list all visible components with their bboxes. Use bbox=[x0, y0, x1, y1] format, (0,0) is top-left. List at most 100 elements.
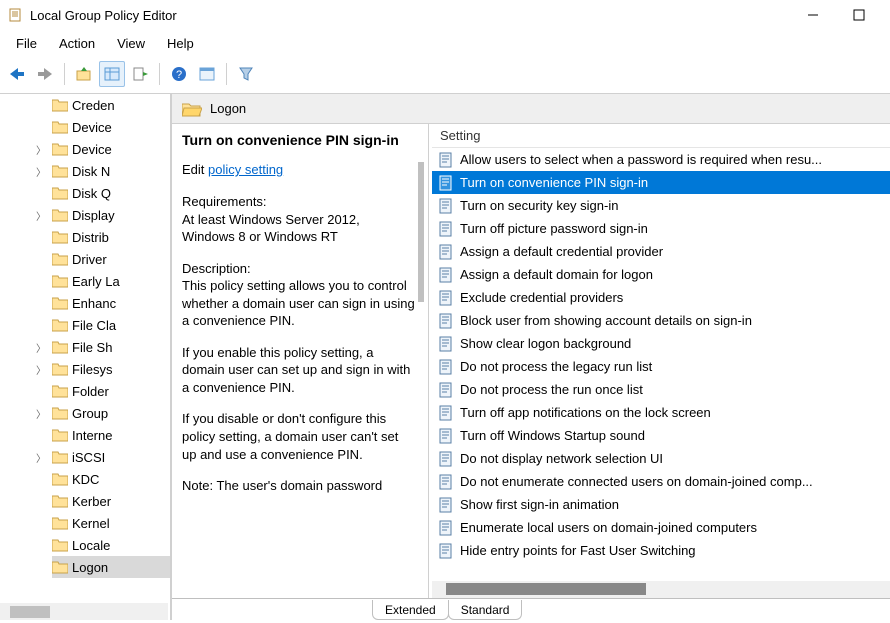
tree-item[interactable]: Folder bbox=[52, 380, 170, 402]
svg-text:?: ? bbox=[176, 69, 182, 81]
policy-item-icon bbox=[438, 428, 454, 444]
tree-item[interactable]: Device bbox=[52, 116, 170, 138]
tree-item[interactable]: 〉iSCSI bbox=[52, 446, 170, 468]
policy-list-item[interactable]: Turn off picture password sign-in bbox=[432, 217, 890, 240]
policy-item-label: Turn on security key sign-in bbox=[460, 198, 618, 213]
selected-setting-title: Turn on convenience PIN sign-in bbox=[182, 132, 416, 148]
policy-list-item[interactable]: Show first sign-in animation bbox=[432, 493, 890, 516]
policy-item-icon bbox=[438, 359, 454, 375]
tree-pane[interactable]: CredenDevice〉Device〉Disk NDisk Q〉Display… bbox=[0, 94, 172, 620]
policy-list-item[interactable]: Show clear logon background bbox=[432, 332, 890, 355]
menu-help[interactable]: Help bbox=[157, 34, 204, 53]
tree-item[interactable]: 〉Device bbox=[52, 138, 170, 160]
policy-list-item[interactable]: Block user from showing account details … bbox=[432, 309, 890, 332]
policy-list-item[interactable]: Exclude credential providers bbox=[432, 286, 890, 309]
tree-item[interactable]: Logon bbox=[52, 556, 170, 578]
tree-item[interactable]: Creden bbox=[52, 94, 170, 116]
folder-icon bbox=[52, 450, 68, 464]
maximize-button[interactable] bbox=[836, 0, 882, 30]
tree-item[interactable]: 〉Display bbox=[52, 204, 170, 226]
edit-policy-link[interactable]: policy setting bbox=[208, 162, 283, 177]
policy-item-icon bbox=[438, 336, 454, 352]
tree-horizontal-scrollbar[interactable] bbox=[0, 603, 168, 620]
tree-item[interactable]: 〉Filesys bbox=[52, 358, 170, 380]
details-header: Logon bbox=[172, 94, 890, 124]
minimize-button[interactable] bbox=[790, 0, 836, 30]
tree-item[interactable]: 〉Group bbox=[52, 402, 170, 424]
list-column-header[interactable]: Setting bbox=[432, 124, 890, 148]
expand-chevron-icon[interactable]: 〉 bbox=[34, 406, 48, 421]
policy-list-item[interactable]: Allow users to select when a password is… bbox=[432, 148, 890, 171]
tree-item[interactable]: Disk Q bbox=[52, 182, 170, 204]
policy-item-icon bbox=[438, 175, 454, 191]
properties-button[interactable] bbox=[194, 61, 220, 87]
policy-item-label: Turn on convenience PIN sign-in bbox=[460, 175, 648, 190]
filter-button[interactable] bbox=[233, 61, 259, 87]
policy-list-item[interactable]: Turn off app notifications on the lock s… bbox=[432, 401, 890, 424]
expand-chevron-icon[interactable]: 〉 bbox=[34, 208, 48, 223]
list-view-button[interactable] bbox=[99, 61, 125, 87]
tree-item-label: File Sh bbox=[72, 340, 112, 355]
policy-item-label: Assign a default domain for logon bbox=[460, 267, 653, 282]
policy-list-item[interactable]: Assign a default domain for logon bbox=[432, 263, 890, 286]
policy-list-item[interactable]: Enumerate local users on domain-joined c… bbox=[432, 516, 890, 539]
tree-item[interactable]: File Cla bbox=[52, 314, 170, 336]
folder-icon bbox=[52, 340, 68, 354]
policy-list-item[interactable]: Do not process the legacy run list bbox=[432, 355, 890, 378]
tree-item-label: Early La bbox=[72, 274, 120, 289]
policy-list-item[interactable]: Turn on convenience PIN sign-in bbox=[432, 171, 890, 194]
policy-list-item[interactable]: Do not enumerate connected users on doma… bbox=[432, 470, 890, 493]
policy-list-item[interactable]: Turn off Windows Startup sound bbox=[432, 424, 890, 447]
policy-item-label: Do not enumerate connected users on doma… bbox=[460, 474, 813, 489]
tree-item[interactable]: 〉File Sh bbox=[52, 336, 170, 358]
menu-view[interactable]: View bbox=[107, 34, 155, 53]
forward-button[interactable] bbox=[32, 61, 58, 87]
folder-icon bbox=[52, 428, 68, 442]
folder-icon bbox=[52, 208, 68, 222]
expand-chevron-icon[interactable]: 〉 bbox=[34, 340, 48, 355]
help-button[interactable]: ? bbox=[166, 61, 192, 87]
expand-chevron-icon[interactable]: 〉 bbox=[34, 164, 48, 179]
policy-item-icon bbox=[438, 382, 454, 398]
menu-file[interactable]: File bbox=[6, 34, 47, 53]
window-title: Local Group Policy Editor bbox=[30, 8, 177, 23]
folder-icon bbox=[52, 164, 68, 178]
tree-item[interactable]: 〉Disk N bbox=[52, 160, 170, 182]
policy-list-item[interactable]: Do not process the run once list bbox=[432, 378, 890, 401]
tree-item-label: Creden bbox=[72, 98, 115, 113]
policy-list-item[interactable]: Turn on security key sign-in bbox=[432, 194, 890, 217]
description-p2: If you enable this policy setting, a dom… bbox=[182, 344, 416, 397]
tree-item[interactable]: Kerber bbox=[52, 490, 170, 512]
tree-item[interactable]: Early La bbox=[52, 270, 170, 292]
back-button[interactable] bbox=[4, 61, 30, 87]
policy-list-item[interactable]: Assign a default credential provider bbox=[432, 240, 890, 263]
policy-list-item[interactable]: Do not display network selection UI bbox=[432, 447, 890, 470]
tab-standard[interactable]: Standard bbox=[448, 600, 523, 620]
tree-item[interactable]: Locale bbox=[52, 534, 170, 556]
policy-list-item[interactable]: Hide entry points for Fast User Switchin… bbox=[432, 539, 890, 562]
tree-item-label: Folder bbox=[72, 384, 109, 399]
tree-item[interactable]: Distrib bbox=[52, 226, 170, 248]
tree-item[interactable]: Enhanc bbox=[52, 292, 170, 314]
expand-chevron-icon[interactable]: 〉 bbox=[34, 450, 48, 465]
tree-item[interactable]: Driver bbox=[52, 248, 170, 270]
tree-item[interactable]: Interne bbox=[52, 424, 170, 446]
description-scrollbar[interactable] bbox=[418, 162, 424, 302]
description-p1: This policy setting allows you to contro… bbox=[182, 278, 415, 328]
tree-item[interactable]: Kernel bbox=[52, 512, 170, 534]
expand-chevron-icon[interactable]: 〉 bbox=[34, 362, 48, 377]
export-button[interactable] bbox=[127, 61, 153, 87]
tree-item[interactable]: KDC bbox=[52, 468, 170, 490]
title-bar: Local Group Policy Editor bbox=[0, 0, 890, 30]
menu-action[interactable]: Action bbox=[49, 34, 105, 53]
tree-item-label: Filesys bbox=[72, 362, 112, 377]
expand-chevron-icon[interactable]: 〉 bbox=[34, 142, 48, 157]
view-tabs: Extended Standard bbox=[172, 598, 890, 620]
tree-item-label: Disk N bbox=[72, 164, 110, 179]
up-folder-button[interactable] bbox=[71, 61, 97, 87]
tree-item-label: KDC bbox=[72, 472, 99, 487]
list-horizontal-scrollbar[interactable] bbox=[432, 581, 890, 598]
policy-item-label: Block user from showing account details … bbox=[460, 313, 752, 328]
folder-icon bbox=[52, 472, 68, 486]
tab-extended[interactable]: Extended bbox=[372, 600, 449, 620]
